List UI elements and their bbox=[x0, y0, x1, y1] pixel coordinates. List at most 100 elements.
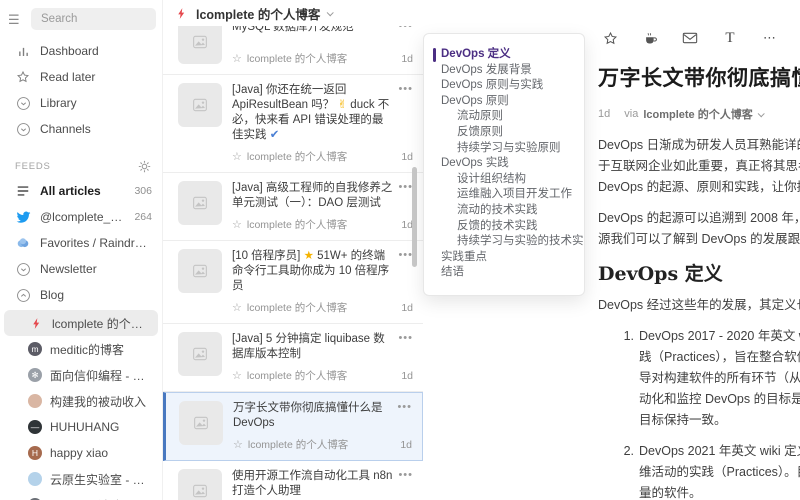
favorite-star-icon[interactable]: ☆ bbox=[233, 438, 243, 451]
article-thumbnail bbox=[178, 83, 222, 127]
feed-favicon bbox=[28, 472, 42, 486]
more-options-button[interactable]: ⋯ bbox=[761, 30, 779, 46]
sidebar-item-label: Read later bbox=[40, 70, 152, 84]
section-heading: DevOps 定义 bbox=[598, 264, 800, 285]
article-list-item[interactable]: 万字长文带你彻底搞懂什么是 DevOps•••☆lcomplete 的个人博客1… bbox=[163, 392, 423, 461]
more-options-button[interactable]: ••• bbox=[398, 181, 413, 211]
article-list-item[interactable]: [Java] 高级工程师的自我修养之单元测试（一）：DAO 层测试•••☆lco… bbox=[163, 173, 423, 241]
toc-item[interactable]: DevOps 原则 bbox=[424, 94, 584, 110]
feed-favicon bbox=[28, 394, 42, 408]
unread-count: 264 bbox=[134, 211, 152, 223]
numbered-list-item: 2.DevOps 2021 年英文 wiki 定义（直译）维活动的实践（Prac… bbox=[618, 441, 800, 500]
sidebar-subfeed-item[interactable]: Hhappy xiao bbox=[4, 440, 158, 466]
sidebar-feed-newsletter[interactable]: Newsletter bbox=[0, 256, 162, 282]
feed-favicon: m bbox=[28, 342, 42, 356]
sidebar-subfeed-item[interactable]: 云原生实验室 - Kube… bbox=[4, 466, 158, 492]
feed-favicon: ✻ bbox=[28, 368, 42, 382]
article-source-selector[interactable]: via lcomplete 的个人博客 bbox=[624, 106, 762, 122]
toc-item[interactable]: 实践重点 bbox=[424, 250, 584, 266]
article-list-item[interactable]: [Java] 你还在统一返回 ApiResultBean 吗？ ✌ duck 不… bbox=[163, 75, 423, 173]
chevron-down-icon bbox=[757, 110, 764, 117]
toc-item[interactable]: 反馈的技术实践 bbox=[424, 219, 584, 235]
subfeed-label: 面向信仰编程 - Artic… bbox=[50, 367, 150, 384]
toc-popup: DevOps 定义DevOps 发展背景DevOps 原则与实践DevOps 原… bbox=[423, 33, 585, 296]
paragraph: DevOps 的起源可以追溯到 2008 年，在一次源我们可以了解到 DevOp… bbox=[598, 208, 800, 250]
favorite-star-icon[interactable]: ☆ bbox=[232, 52, 242, 65]
paragraph: DevOps 经过这些年的发展，其定义也在不断 bbox=[598, 295, 800, 316]
gear-icon[interactable] bbox=[136, 158, 152, 174]
favorite-star-icon[interactable]: ☆ bbox=[232, 301, 242, 314]
hamburger-menu-icon[interactable]: ☰ bbox=[8, 13, 24, 26]
star-button[interactable] bbox=[601, 30, 619, 46]
article-title: 使用开源工作流自动化工具 n8n 打造个人助理 bbox=[232, 469, 392, 499]
toc-item[interactable]: 持续学习与实验原则 bbox=[424, 141, 584, 157]
toc-item[interactable]: 持续学习与实验的技术实践 bbox=[424, 234, 584, 250]
favorite-star-icon[interactable]: ☆ bbox=[232, 150, 242, 163]
sidebar-subfeed-item[interactable]: mmeditic的博客 bbox=[4, 336, 158, 362]
favorite-star-icon[interactable]: ☆ bbox=[232, 218, 242, 231]
sidebar-item-read-later[interactable]: Read later bbox=[0, 64, 162, 90]
article-thumbnail bbox=[178, 181, 222, 225]
toc-item[interactable]: 流动的技术实践 bbox=[424, 203, 584, 219]
sidebar-item-dashboard[interactable]: Dashboard bbox=[0, 38, 162, 64]
sidebar-feed-all-articles[interactable]: All articles306 bbox=[0, 178, 162, 204]
toc-item[interactable]: 运维融入项目开发工作 bbox=[424, 187, 584, 203]
article-list-item[interactable]: [10 倍程序员] ★ 51W+ 的终端命令行工具助你成为 10 倍程序员 •••… bbox=[163, 241, 423, 324]
article-source: lcomplete 的个人博客 bbox=[247, 217, 347, 232]
list-scrollbar[interactable] bbox=[412, 167, 417, 267]
search-box[interactable] bbox=[31, 8, 156, 30]
list-marker: 2. bbox=[618, 441, 634, 500]
feeds-section-label: FEEDS bbox=[15, 161, 136, 172]
feed-header[interactable]: lcomplete 的个人博客 bbox=[163, 0, 423, 26]
favorite-star-icon[interactable]: ☆ bbox=[232, 369, 242, 382]
toc-item[interactable]: DevOps 发展背景 bbox=[424, 63, 584, 79]
sidebar-feed-lcomplete-wild-twitt[interactable]: @lcomplete_wild (Twitt…264 bbox=[0, 204, 162, 230]
coffee-cup-button[interactable] bbox=[641, 30, 659, 46]
toc-item[interactable]: 反馈原则 bbox=[424, 125, 584, 141]
image-placeholder-icon bbox=[193, 415, 209, 431]
sidebar-feed-favorites-raindrop-io[interactable]: Favorites / Raindrop.io bbox=[0, 230, 162, 256]
article-thumbnail bbox=[178, 20, 222, 64]
sidebar-subfeed-item[interactable]: /MacTalk-池建强的… bbox=[4, 492, 158, 500]
more-options-button[interactable]: ••• bbox=[398, 249, 413, 294]
toc-item[interactable]: DevOps 实践 bbox=[424, 156, 584, 172]
sidebar-subfeed-item[interactable]: 构建我的被动收入 bbox=[4, 388, 158, 414]
more-options-button[interactable]: ••• bbox=[398, 469, 413, 499]
more-options-button[interactable]: ••• bbox=[398, 332, 413, 362]
star-icon bbox=[15, 69, 31, 85]
sidebar-subfeed-item[interactable]: —HUHUHANG bbox=[4, 414, 158, 440]
search-input[interactable] bbox=[39, 12, 148, 26]
article-list-item[interactable]: [Java] 5 分钟搞定 liquibase 数据库版本控制•••☆lcomp… bbox=[163, 324, 423, 392]
feed-label: Newsletter bbox=[40, 262, 152, 276]
paragraph: DevOps 日渐成为研发人员耳熟能详的一个组于互联网企业如此重要，真正将其思考… bbox=[598, 135, 800, 198]
article-source: lcomplete 的个人博客 bbox=[643, 106, 752, 122]
toc-item[interactable]: 流动原则 bbox=[424, 109, 584, 125]
sidebar-subfeed-item[interactable]: lcomplete 的个人博客 bbox=[4, 310, 158, 336]
circle-down-icon bbox=[15, 121, 31, 137]
sidebar-item-label: Library bbox=[40, 96, 152, 110]
list-icon bbox=[15, 183, 31, 199]
circle-down-icon bbox=[15, 95, 31, 111]
toc-item[interactable]: 设计组织结构 bbox=[424, 172, 584, 188]
sidebar-subfeed-item[interactable]: ✻ 面向信仰编程 - Artic… bbox=[4, 362, 158, 388]
typography-button[interactable]: T bbox=[721, 30, 739, 46]
article-thumbnail bbox=[178, 332, 222, 376]
article-title: [10 倍程序员] ★ 51W+ 的终端命令行工具助你成为 10 倍程序员 bbox=[232, 249, 392, 294]
image-placeholder-icon bbox=[192, 34, 208, 50]
article-time: 1d bbox=[401, 370, 413, 382]
toc-item[interactable]: DevOps 原则与实践 bbox=[424, 78, 584, 94]
toc-item[interactable]: DevOps 定义 bbox=[424, 47, 584, 63]
more-options-button[interactable]: ••• bbox=[397, 401, 412, 431]
article-list-item[interactable]: 使用开源工作流自动化工具 n8n 打造个人助理•••☆lcomplete 的个人… bbox=[163, 461, 423, 500]
toc-item[interactable]: 结语 bbox=[424, 265, 584, 281]
sidebar-item-channels[interactable]: Channels bbox=[0, 116, 162, 142]
image-placeholder-icon bbox=[192, 263, 208, 279]
sidebar-feed-blog[interactable]: Blog bbox=[0, 282, 162, 308]
feeds-list: All articles306@lcomplete_wild (Twitt…26… bbox=[0, 178, 162, 308]
feed-title: lcomplete 的个人博客 bbox=[196, 4, 320, 23]
more-options-button[interactable]: ••• bbox=[398, 83, 413, 143]
email-button[interactable] bbox=[681, 30, 699, 46]
sidebar-item-library[interactable]: Library bbox=[0, 90, 162, 116]
article-time: 1d bbox=[401, 302, 413, 314]
article-time: 1d bbox=[400, 439, 412, 451]
